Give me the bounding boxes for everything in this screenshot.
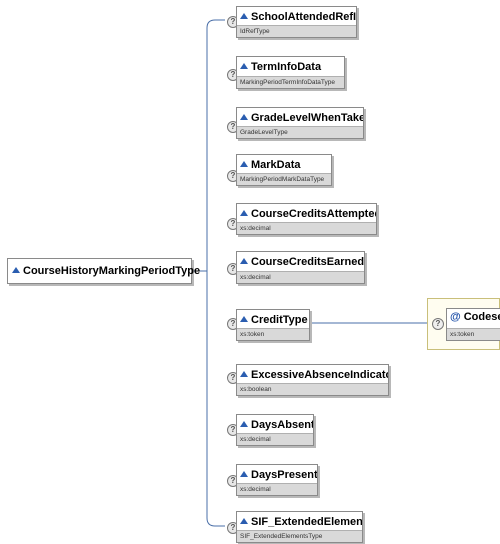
element-icon <box>240 471 248 477</box>
element-type: IdRefType <box>237 25 356 37</box>
element-icon <box>240 161 248 167</box>
element-box-course-credits-attempted[interactable]: CourseCreditsAttempted xs:decimal <box>236 203 377 235</box>
element-type: xs:token <box>237 328 309 340</box>
element-name: ExcessiveAbsenceIndicator <box>251 369 389 381</box>
element-name: MarkData <box>251 159 301 171</box>
element-box-days-absent[interactable]: DaysAbsent xs:decimal <box>236 414 314 446</box>
element-type: MarkingPeriodTermInfoDataType <box>237 76 344 88</box>
element-name: GradeLevelWhenTaken <box>251 112 364 124</box>
element-box-course-credits-earned[interactable]: CourseCreditsEarned xs:decimal <box>236 251 365 284</box>
element-box-grade-level-when-taken[interactable]: GradeLevelWhenTaken GradeLevelType <box>236 107 364 139</box>
help-icon[interactable]: ? <box>432 318 444 330</box>
element-name: CreditType <box>251 314 308 326</box>
element-icon <box>240 114 248 120</box>
element-type: MarkingPeriodMarkDataType <box>237 173 331 185</box>
element-name: DaysAbsent <box>251 419 314 431</box>
element-type: xs:boolean <box>237 383 388 395</box>
root-type-box[interactable]: CourseHistoryMarkingPeriodType <box>7 258 200 284</box>
element-name: SchoolAttendedRefId <box>251 11 357 23</box>
element-name: TermInfoData <box>251 61 322 73</box>
element-name: CourseCreditsAttempted <box>251 208 377 220</box>
element-box-credit-type[interactable]: CreditType xs:token <box>236 309 310 341</box>
element-type: xs:decimal <box>237 222 376 234</box>
attribute-icon: @ <box>450 311 461 323</box>
element-icon <box>240 13 248 19</box>
element-icon <box>240 371 248 377</box>
element-box-days-present[interactable]: DaysPresent xs:decimal <box>236 464 318 496</box>
element-icon <box>240 316 248 322</box>
element-box-mark-data[interactable]: MarkData MarkingPeriodMarkDataType <box>236 154 332 186</box>
element-icon <box>240 210 248 216</box>
attributes-group: ? @Codeset xs:token <box>427 298 500 350</box>
element-type: SIF_ExtendedElementsType <box>237 530 362 542</box>
element-box-term-info-data[interactable]: TermInfoData MarkingPeriodTermInfoDataTy… <box>236 56 345 89</box>
root-type-label: CourseHistoryMarkingPeriodType <box>23 265 201 277</box>
complex-type-icon <box>12 267 20 273</box>
element-icon <box>240 258 248 264</box>
element-box-sif-extended-elements[interactable]: SIF_ExtendedElements SIF_ExtendedElement… <box>236 511 363 543</box>
element-box-school-attended-ref-id[interactable]: SchoolAttendedRefId IdRefType <box>236 6 357 38</box>
element-type: xs:decimal <box>237 483 317 495</box>
element-name: CourseCreditsEarned <box>251 256 365 268</box>
element-name: DaysPresent <box>251 469 318 481</box>
element-icon <box>240 63 248 69</box>
element-name: SIF_ExtendedElements <box>251 516 363 528</box>
element-icon <box>240 421 248 427</box>
element-type: xs:decimal <box>237 433 313 445</box>
attribute-name: Codeset <box>463 311 500 323</box>
attribute-box-codeset[interactable]: @Codeset xs:token <box>446 308 500 341</box>
element-icon <box>240 518 248 524</box>
attribute-type: xs:token <box>447 328 500 340</box>
element-box-excessive-absence-indicator[interactable]: ExcessiveAbsenceIndicator xs:boolean <box>236 364 389 396</box>
element-type: xs:decimal <box>237 271 364 283</box>
element-type: GradeLevelType <box>237 126 363 138</box>
